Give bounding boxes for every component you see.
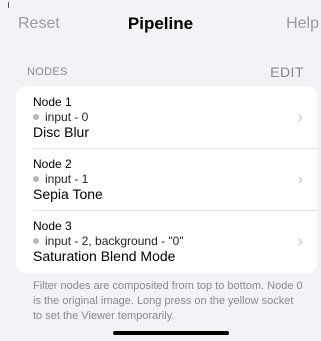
node-input: input - 1 [33,172,88,186]
chevron-right-icon: › [297,171,303,188]
node-filter-name: Saturation Blend Mode [33,248,176,264]
help-button[interactable]: Help [286,15,319,33]
node-title: Node 2 [33,157,72,171]
chevron-right-icon: › [297,109,303,126]
node-input-text: input - 0 [45,110,89,124]
node-filter-name: Disc Blur [33,124,90,140]
home-indicator[interactable] [113,331,229,335]
socket-dot-icon [33,176,39,182]
node-input-text: input - 2, background - "0" [45,234,184,248]
chevron-right-icon: › [297,233,303,250]
list-item-node-2[interactable]: Node 2 input - 1 Sepia Tone › [16,148,317,210]
nodes-section-header: NODES EDIT [0,62,321,84]
section-footer-text: Filter nodes are composited from top to … [33,280,303,322]
node-input-text: input - 1 [45,172,89,186]
node-input: input - 2, background - "0" [33,234,184,248]
socket-dot-icon [33,114,39,120]
nodes-list: Node 1 input - 0 Disc Blur › Node 2 inpu… [16,86,317,273]
list-item-node-1[interactable]: Node 1 input - 0 Disc Blur › [16,86,317,148]
section-title: NODES [27,66,68,78]
node-input: input - 0 [33,110,88,124]
edit-button[interactable]: EDIT [270,64,304,80]
node-filter-name: Sepia Tone [33,186,103,202]
navigation-bar: Reset Pipeline Help [0,0,321,52]
node-title: Node 3 [33,219,72,233]
node-title: Node 1 [33,95,72,109]
socket-dot-icon [33,238,39,244]
page-title: Pipeline [127,14,194,33]
list-item-node-3[interactable]: Node 3 input - 2, background - "0" Satur… [16,210,317,272]
